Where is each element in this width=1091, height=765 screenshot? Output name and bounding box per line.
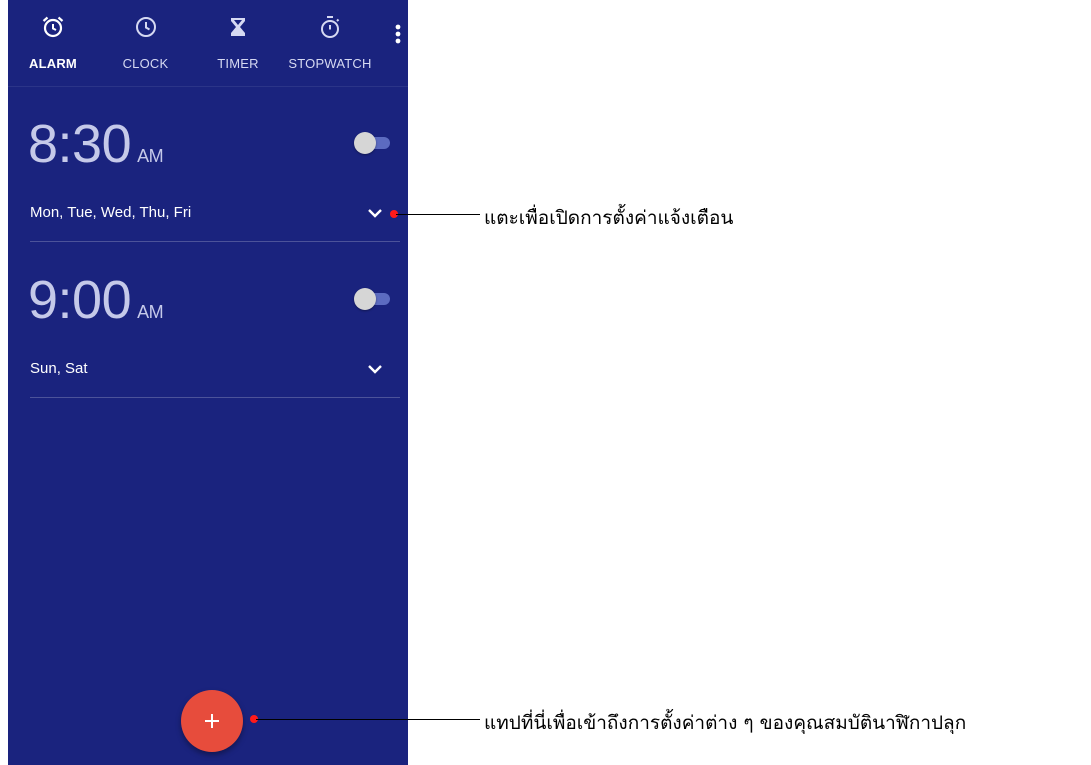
tab-label: STOPWATCH [288, 56, 372, 71]
alarm-time[interactable]: 8:30 AM [28, 114, 164, 186]
tab-timer[interactable]: TIMER [198, 0, 278, 86]
toggle-thumb [354, 288, 376, 310]
chevron-down-icon[interactable] [366, 360, 384, 378]
stopwatch-icon [321, 16, 340, 38]
alarm-app-screen: ALARM CLOCK TIMER STOPWATCH 8:30 AM Mon,… [8, 0, 408, 765]
alarm-time-value: 8:30 [28, 114, 132, 174]
tab-label: ALARM [29, 56, 77, 71]
tab-label: TIMER [217, 56, 259, 71]
more-options-icon[interactable] [388, 22, 408, 48]
tab-label: CLOCK [122, 56, 169, 71]
tab-clock[interactable]: CLOCK [108, 0, 183, 86]
alarm-repeat-days: Mon, Tue, Wed, Thu, Fri [30, 204, 192, 221]
alarm-clock-icon [42, 16, 64, 38]
alarm-time[interactable]: 9:00 AM [28, 270, 164, 342]
toggle-thumb [354, 132, 376, 154]
tab-stopwatch[interactable]: STOPWATCH [280, 0, 380, 86]
tab-bar: ALARM CLOCK TIMER STOPWATCH [8, 0, 408, 87]
chevron-down-icon[interactable] [366, 204, 384, 222]
alarm-ampm: AM [137, 146, 164, 166]
alarm-repeat-days: Sun, Sat [30, 360, 88, 377]
add-alarm-button[interactable] [181, 690, 243, 752]
alarm-toggle[interactable] [354, 288, 390, 310]
callout-text: แตะเพื่อเปิดการตั้งค่าแจ้งเตือน [484, 207, 734, 229]
divider [30, 397, 400, 398]
alarm-time-value: 9:00 [28, 270, 132, 330]
callout-text: แทปที่นี่เพื่อเข้าถึงการตั้งค่าต่าง ๆ ขอ… [484, 712, 967, 734]
clock-icon [135, 17, 156, 37]
hourglass-icon [231, 18, 245, 36]
alarm-toggle[interactable] [354, 132, 390, 154]
callout-line [396, 214, 480, 215]
callout-line [256, 719, 480, 720]
alarm-item[interactable]: 8:30 AM Mon, Tue, Wed, Thu, Fri [8, 86, 408, 242]
alarm-ampm: AM [137, 302, 164, 322]
tab-alarm[interactable]: ALARM [18, 0, 88, 86]
plus-icon [205, 714, 219, 728]
alarm-item[interactable]: 9:00 AM Sun, Sat [8, 242, 408, 398]
